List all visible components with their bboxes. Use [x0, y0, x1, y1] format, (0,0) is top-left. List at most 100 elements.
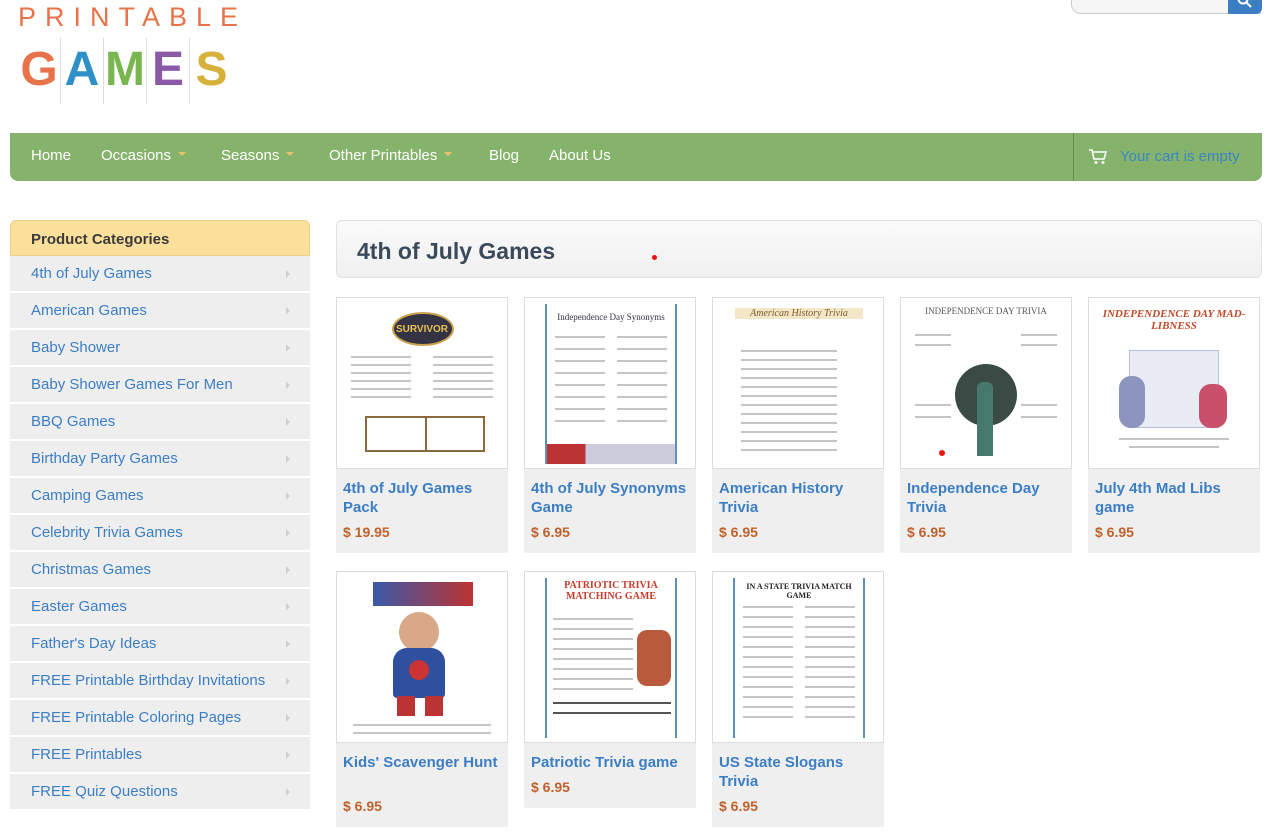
nav-label: Occasions: [101, 147, 172, 164]
thumb-page: American History Trivia: [735, 304, 863, 464]
product-name[interactable]: 4th of July Games Pack: [343, 479, 503, 517]
product-name[interactable]: 4th of July Synonyms Game: [531, 479, 691, 517]
thumb-text: PATRIOTIC TRIVIA MATCHING GAME: [564, 580, 658, 602]
chevron-right-icon: [286, 454, 290, 463]
thumb-page: Independence Day Synonyms: [545, 304, 677, 464]
sidebar-item-easter-games[interactable]: Easter Games: [10, 589, 310, 626]
product-name[interactable]: Kids' Scavenger Hunt: [343, 753, 503, 772]
nav-other-printables[interactable]: Other Printables: [329, 133, 453, 181]
product-card[interactable]: PATRIOTIC TRIVIA MATCHING GAME Patriotic…: [524, 571, 696, 808]
product-card[interactable]: SURVIVOR 4th of July Games Pack $ 19.95: [336, 297, 508, 553]
thumb-text: INDEPENDENCE DAY MAD-LIBNESS: [1102, 308, 1246, 332]
product-image[interactable]: PATRIOTIC TRIVIA MATCHING GAME: [524, 571, 696, 743]
nav-about-us[interactable]: About Us: [549, 133, 611, 181]
product-name[interactable]: US State Slogans Trivia: [719, 753, 879, 791]
logo-letter: M: [104, 38, 147, 104]
sidebar-item-baby-shower-games-for-men[interactable]: Baby Shower Games For Men: [10, 367, 310, 404]
sidebar-item-fathers-day-ideas[interactable]: Father's Day Ideas: [10, 626, 310, 663]
sidebar-item-american-games[interactable]: American Games: [10, 293, 310, 330]
sidebar-item-4th-of-july-games[interactable]: 4th of July Games: [10, 256, 310, 293]
product-name[interactable]: American History Trivia: [719, 479, 879, 517]
site-logo[interactable]: PRINTABLE G A M E S: [18, 0, 278, 115]
nav-blog[interactable]: Blog: [489, 133, 519, 181]
sidebar-item-baby-shower[interactable]: Baby Shower: [10, 330, 310, 367]
sidebar-item-bbq-games[interactable]: BBQ Games: [10, 404, 310, 441]
sidebar-item-label: Christmas Games: [31, 561, 152, 578]
cart-link[interactable]: Your cart is empty: [1073, 133, 1262, 181]
nav-occasions[interactable]: Occasions: [101, 133, 187, 181]
sidebar-item-label: FREE Printables: [31, 746, 142, 763]
search-icon: [1237, 0, 1252, 8]
search-button[interactable]: [1228, 0, 1262, 14]
sidebar-item-label: Easter Games: [31, 598, 127, 615]
caret-down-icon: [286, 152, 295, 157]
chevron-right-icon: [286, 565, 290, 574]
chevron-right-icon: [286, 639, 290, 648]
chevron-right-icon: [286, 380, 290, 389]
product-categories-sidebar: Product Categories 4th of July Games Ame…: [10, 220, 310, 811]
sidebar-item-label: American Games: [31, 302, 147, 319]
product-image[interactable]: Independence Day Synonyms: [524, 297, 696, 469]
thumb-page: INDEPENDENCE DAY MAD-LIBNESS: [1099, 304, 1249, 464]
sidebar-item-camping-games[interactable]: Camping Games: [10, 478, 310, 515]
product-card[interactable]: INDEPENDENCE DAY TRIVIA Independence Day…: [900, 297, 1072, 553]
product-price: $ 6.95: [531, 779, 570, 795]
sidebar-item-birthday-party-games[interactable]: Birthday Party Games: [10, 441, 310, 478]
sidebar-item-label: Father's Day Ideas: [31, 635, 157, 652]
product-card[interactable]: American History Trivia American History…: [712, 297, 884, 553]
nav-label: Blog: [489, 147, 520, 164]
logo-letter: E: [147, 38, 190, 104]
sidebar-title: Product Categories: [10, 220, 310, 256]
product-card[interactable]: IN A STATE TRIVIA MATCH GAME US State Sl…: [712, 571, 884, 827]
thumb-text: INDEPENDENCE DAY TRIVIA: [925, 306, 1047, 316]
sidebar-item-free-printables[interactable]: FREE Printables: [10, 737, 310, 774]
product-price: $ 6.95: [531, 524, 570, 540]
thumb-page: SURVIVOR: [347, 304, 497, 464]
main-nav: Home Occasions Seasons Other Printables …: [10, 133, 1262, 181]
cursor-dot: [652, 255, 657, 260]
product-image[interactable]: IN A STATE TRIVIA MATCH GAME: [712, 571, 884, 743]
product-name[interactable]: July 4th Mad Libs game: [1095, 479, 1255, 517]
product-name[interactable]: Patriotic Trivia game: [531, 753, 691, 772]
thumb-text: SURVIVOR: [395, 324, 449, 335]
thumb-text: IN A STATE TRIVIA MATCH GAME: [746, 582, 852, 600]
sidebar-item-free-quiz-questions[interactable]: FREE Quiz Questions: [10, 774, 310, 811]
product-image[interactable]: SURVIVOR: [336, 297, 508, 469]
chevron-right-icon: [286, 306, 290, 315]
chevron-right-icon: [286, 269, 290, 278]
chevron-right-icon: [286, 602, 290, 611]
sidebar-item-label: FREE Quiz Questions: [31, 783, 178, 800]
logo-printable-text: PRINTABLE: [18, 2, 248, 32]
chevron-right-icon: [286, 417, 290, 426]
product-card[interactable]: Independence Day Synonyms 4th of July Sy…: [524, 297, 696, 553]
cart-status: Your cart is empty: [1120, 148, 1240, 165]
sidebar-item-celebrity-trivia-games[interactable]: Celebrity Trivia Games: [10, 515, 310, 552]
product-name[interactable]: Independence Day Trivia: [907, 479, 1067, 517]
logo-letter: A: [61, 38, 104, 104]
product-image[interactable]: INDEPENDENCE DAY MAD-LIBNESS: [1088, 297, 1260, 469]
thumb-text: Independence Day Synonyms: [557, 312, 665, 322]
cart-icon: [1089, 149, 1108, 164]
nav-seasons[interactable]: Seasons: [221, 133, 295, 181]
product-card[interactable]: INDEPENDENCE DAY MAD-LIBNESS July 4th Ma…: [1088, 297, 1260, 553]
logo-games-text: G A M E S: [18, 38, 233, 104]
sidebar-item-free-printable-birthday-invitations[interactable]: FREE Printable Birthday Invitations: [10, 663, 310, 700]
nav-label: Seasons: [221, 147, 280, 164]
sidebar-item-free-printable-coloring-pages[interactable]: FREE Printable Coloring Pages: [10, 700, 310, 737]
product-image[interactable]: [336, 571, 508, 743]
sidebar-item-label: FREE Printable Coloring Pages: [31, 709, 242, 726]
product-price: $ 6.95: [719, 524, 758, 540]
product-image[interactable]: American History Trivia: [712, 297, 884, 469]
sidebar-item-label: Baby Shower Games For Men: [31, 376, 233, 393]
product-price: $ 6.95: [907, 524, 946, 540]
product-card[interactable]: Kids' Scavenger Hunt $ 6.95: [336, 571, 508, 827]
nav-home[interactable]: Home: [31, 133, 71, 181]
chevron-right-icon: [286, 750, 290, 759]
product-price: $ 6.95: [1095, 524, 1134, 540]
product-image[interactable]: INDEPENDENCE DAY TRIVIA: [900, 297, 1072, 469]
chevron-right-icon: [286, 676, 290, 685]
thumb-page: INDEPENDENCE DAY TRIVIA: [911, 304, 1061, 464]
logo-letter: G: [18, 38, 61, 104]
thumb-page: [347, 578, 497, 738]
sidebar-item-christmas-games[interactable]: Christmas Games: [10, 552, 310, 589]
